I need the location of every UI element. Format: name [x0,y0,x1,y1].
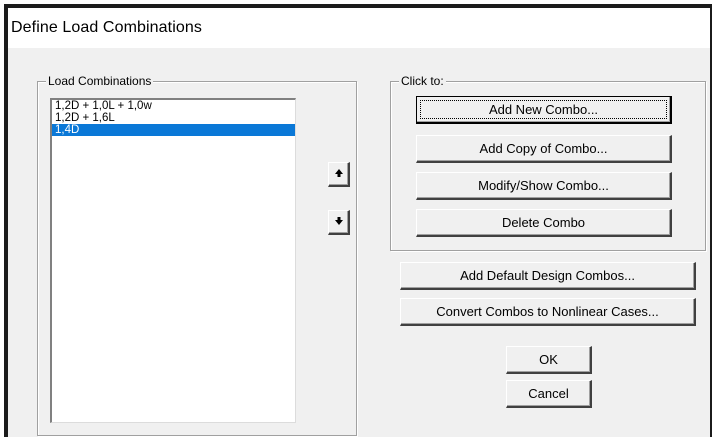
convert-combos-button[interactable]: Convert Combos to Nonlinear Cases... [400,298,696,326]
dialog-body: Load Combinations 1,2D + 1,0L + 1,0w 1,2D… [8,48,710,437]
modify-show-combo-button[interactable]: Modify/Show Combo... [416,172,672,200]
load-combinations-group: Load Combinations 1,2D + 1,0L + 1,0w 1,2D… [37,74,357,436]
load-combinations-list[interactable]: 1,2D + 1,0L + 1,0w 1,2D + 1,6L 1,4D [50,98,296,423]
modify-show-combo-label: Modify/Show Combo... [478,178,609,193]
add-copy-combo-label: Add Copy of Combo... [479,141,608,156]
move-up-button[interactable] [328,162,350,187]
delete-combo-label: Delete Combo [501,215,586,230]
click-to-group-label: Click to: [399,74,446,88]
load-combination-item[interactable]: 1,2D + 1,6L [52,112,295,124]
dialog-title: Define Load Combinations [11,19,202,36]
ok-label: OK [539,352,558,367]
cancel-label: Cancel [528,386,569,401]
load-combination-item[interactable]: 1,4D [52,124,295,136]
convert-combos-label: Convert Combos to Nonlinear Cases... [436,304,659,319]
add-new-combo-button[interactable]: Add New Combo... [416,96,672,124]
define-load-combinations-dialog: Define Load Combinations Load Combinatio… [4,4,712,437]
add-new-combo-label: Add New Combo... [488,102,599,117]
click-to-group: Click to: Add New Combo... Add Copy of C… [390,74,706,251]
delete-combo-button[interactable]: Delete Combo [416,209,672,237]
cancel-button[interactable]: Cancel [506,380,592,408]
add-default-design-combos-label: Add Default Design Combos... [460,268,635,283]
add-default-design-combos-button[interactable]: Add Default Design Combos... [400,262,696,290]
arrow-down-icon [334,216,344,229]
arrow-up-icon [334,168,344,181]
ok-button[interactable]: OK [506,346,592,374]
load-combinations-group-label: Load Combinations [46,74,154,88]
load-combination-item[interactable]: 1,2D + 1,0L + 1,0w [52,100,295,112]
add-copy-combo-button[interactable]: Add Copy of Combo... [416,135,672,163]
move-down-button[interactable] [328,210,350,235]
title-bar[interactable]: Define Load Combinations [8,8,710,48]
